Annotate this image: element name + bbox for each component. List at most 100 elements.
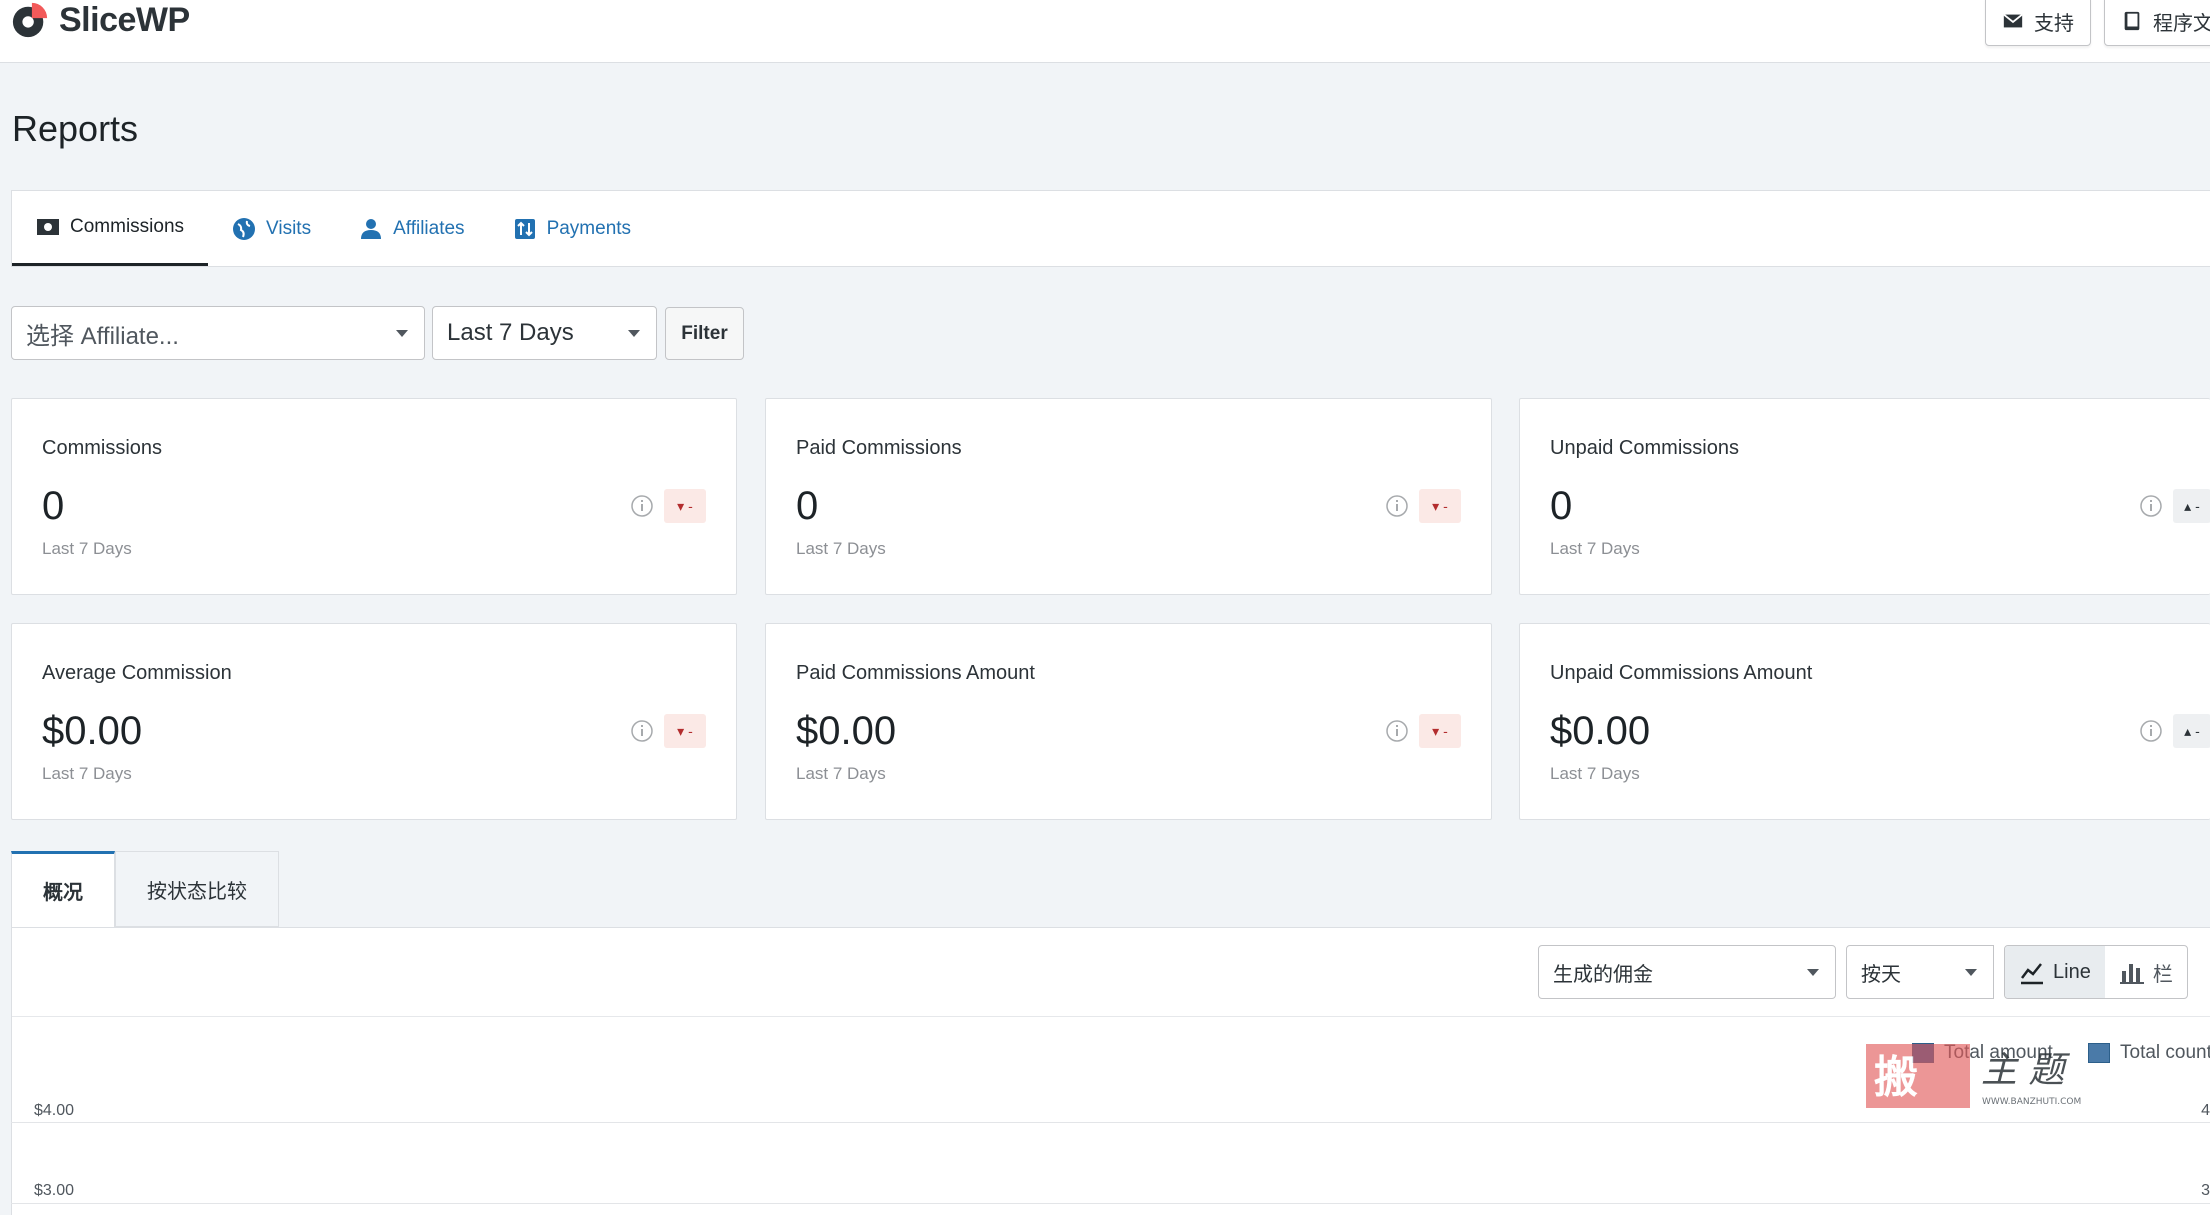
tab-commissions[interactable]: Commissions xyxy=(12,191,209,266)
chevron-down-icon xyxy=(628,330,640,337)
metric-select-value: 生成的佣金 xyxy=(1553,963,1653,986)
y-tick-label: $4.00 xyxy=(34,1102,75,1119)
card-title: Paid Commissions Amount xyxy=(796,662,1035,684)
card-value: $0.00 xyxy=(1550,709,1651,753)
page-title: Reports xyxy=(12,108,139,149)
info-icon[interactable] xyxy=(631,495,653,517)
stat-card: Average Commission $0.00 Last 7 Days ▾ - xyxy=(11,623,737,820)
metric-select[interactable]: 生成的佣金 xyxy=(1538,945,1836,999)
y-tick-label: $3.00 xyxy=(34,1182,75,1199)
watermark-logo: 搬 主 题 WWW.BANZHUTI.COM xyxy=(1866,1044,2081,1108)
y-right-tick-label: 4 xyxy=(2201,1102,2210,1119)
info-icon[interactable] xyxy=(1386,495,1408,517)
tab-label: Visits xyxy=(266,217,312,239)
info-icon[interactable] xyxy=(1386,720,1408,742)
slicewp-logo-icon xyxy=(12,2,48,38)
bar-view-button[interactable]: 栏 xyxy=(2105,946,2187,998)
card-period: Last 7 Days xyxy=(1550,764,1640,783)
caret-up-icon: ▴ xyxy=(2184,497,2192,514)
trend-up-badge: ▴ - xyxy=(2173,714,2210,748)
caret-down-icon: ▾ xyxy=(677,722,685,739)
svg-text:搬: 搬 xyxy=(1874,1052,1918,1103)
card-title: Paid Commissions xyxy=(796,437,962,459)
trend-down-badge: ▾ - xyxy=(664,714,706,748)
trend-label: - xyxy=(1443,498,1448,514)
tab-overview[interactable]: 概况 xyxy=(11,851,115,927)
globe-icon xyxy=(233,217,256,240)
period-select[interactable]: Last 7 Days xyxy=(432,306,657,360)
chevron-down-icon xyxy=(1807,969,1819,976)
book-icon xyxy=(2124,11,2140,31)
caret-down-icon: ▾ xyxy=(1432,722,1440,739)
card-period: Last 7 Days xyxy=(796,764,886,783)
stat-card: Unpaid Commissions 0 Last 7 Days ▴ - xyxy=(1519,398,2210,595)
info-icon[interactable] xyxy=(2140,720,2162,742)
top-bar: SliceWP 支持 程序文档 xyxy=(0,0,2210,63)
user-icon xyxy=(361,218,382,239)
tab-label: Payments xyxy=(546,217,632,239)
trend-label: - xyxy=(1443,723,1448,739)
interval-select[interactable]: 按天 xyxy=(1846,945,1994,999)
caret-down-icon: ▾ xyxy=(677,497,685,514)
trend-up-badge: ▴ - xyxy=(2173,489,2210,523)
trend-down-badge: ▾ - xyxy=(1419,714,1461,748)
docs-label: 程序文档 xyxy=(2153,12,2210,35)
period-select-value: Last 7 Days xyxy=(447,319,574,346)
support-label: 支持 xyxy=(2034,12,2074,35)
gridline xyxy=(11,1122,2210,1123)
tab-label: Affiliates xyxy=(393,217,465,239)
line-view-button[interactable]: Line xyxy=(2005,946,2105,998)
docs-button[interactable]: 程序文档 xyxy=(2104,0,2210,46)
filter-button[interactable]: Filter xyxy=(665,307,744,360)
card-period: Last 7 Days xyxy=(42,539,132,558)
chart-tabs: 概况 按状态比较 xyxy=(11,851,279,927)
legend-item-total-count[interactable]: Total count xyxy=(2088,1042,2210,1064)
brand[interactable]: SliceWP xyxy=(11,0,190,40)
report-tabs: Commissions Visits Affiliates Payments xyxy=(11,190,2210,267)
tab-affiliates[interactable]: Affiliates xyxy=(335,191,488,266)
card-period: Last 7 Days xyxy=(1550,539,1640,558)
info-icon[interactable] xyxy=(631,720,653,742)
trend-label: - xyxy=(688,498,693,514)
card-period: Last 7 Days xyxy=(42,764,132,783)
stat-card: Commissions 0 Last 7 Days ▾ - xyxy=(11,398,737,595)
chart-view-toggle: Line 栏 xyxy=(2004,945,2188,999)
stat-card: Paid Commissions Amount $0.00 Last 7 Day… xyxy=(765,623,1492,820)
chevron-down-icon xyxy=(1965,969,1977,976)
commissions-icon xyxy=(37,219,59,235)
bar-view-label: 栏 xyxy=(2152,963,2173,986)
card-value: $0.00 xyxy=(42,709,143,753)
trend-label: - xyxy=(2195,498,2200,514)
brand-name: SliceWP xyxy=(59,0,190,39)
trend-label: - xyxy=(2195,723,2200,739)
tab-compare-by-status[interactable]: 按状态比较 xyxy=(115,851,279,927)
card-title: Unpaid Commissions Amount xyxy=(1550,662,1813,684)
card-period: Last 7 Days xyxy=(796,539,886,558)
tab-payments[interactable]: Payments xyxy=(489,191,655,266)
legend-label: Total count xyxy=(2120,1042,2210,1063)
card-title: Commissions xyxy=(42,437,163,459)
caret-up-icon: ▴ xyxy=(2184,722,2192,739)
y-right-tick-label: 3 xyxy=(2201,1182,2210,1199)
stat-card: Paid Commissions 0 Last 7 Days ▾ - xyxy=(765,398,1492,595)
card-value: 0 xyxy=(796,484,819,528)
divider xyxy=(12,1016,2210,1017)
card-title: Unpaid Commissions xyxy=(1550,437,1739,459)
affiliate-select-placeholder: 选择 Affiliate... xyxy=(26,322,179,350)
watermark-text: WWW.BANZHUTI.COM xyxy=(1982,1097,2081,1107)
affiliate-select[interactable]: 选择 Affiliate... xyxy=(11,306,425,360)
tab-visits[interactable]: Visits xyxy=(208,191,335,266)
trend-label: - xyxy=(688,723,693,739)
interval-select-value: 按天 xyxy=(1861,963,1901,986)
bar-chart-icon xyxy=(2119,964,2144,984)
card-title: Average Commission xyxy=(42,662,232,684)
info-icon[interactable] xyxy=(2140,495,2162,517)
trend-down-badge: ▾ - xyxy=(1419,489,1461,523)
payments-icon xyxy=(514,218,535,239)
gridline xyxy=(11,1203,2210,1204)
card-value: $0.00 xyxy=(796,709,897,753)
card-value: 0 xyxy=(42,484,65,528)
trend-down-badge: ▾ - xyxy=(664,489,706,523)
stat-card: Unpaid Commissions Amount $0.00 Last 7 D… xyxy=(1519,623,2210,820)
support-button[interactable]: 支持 xyxy=(1985,0,2091,46)
